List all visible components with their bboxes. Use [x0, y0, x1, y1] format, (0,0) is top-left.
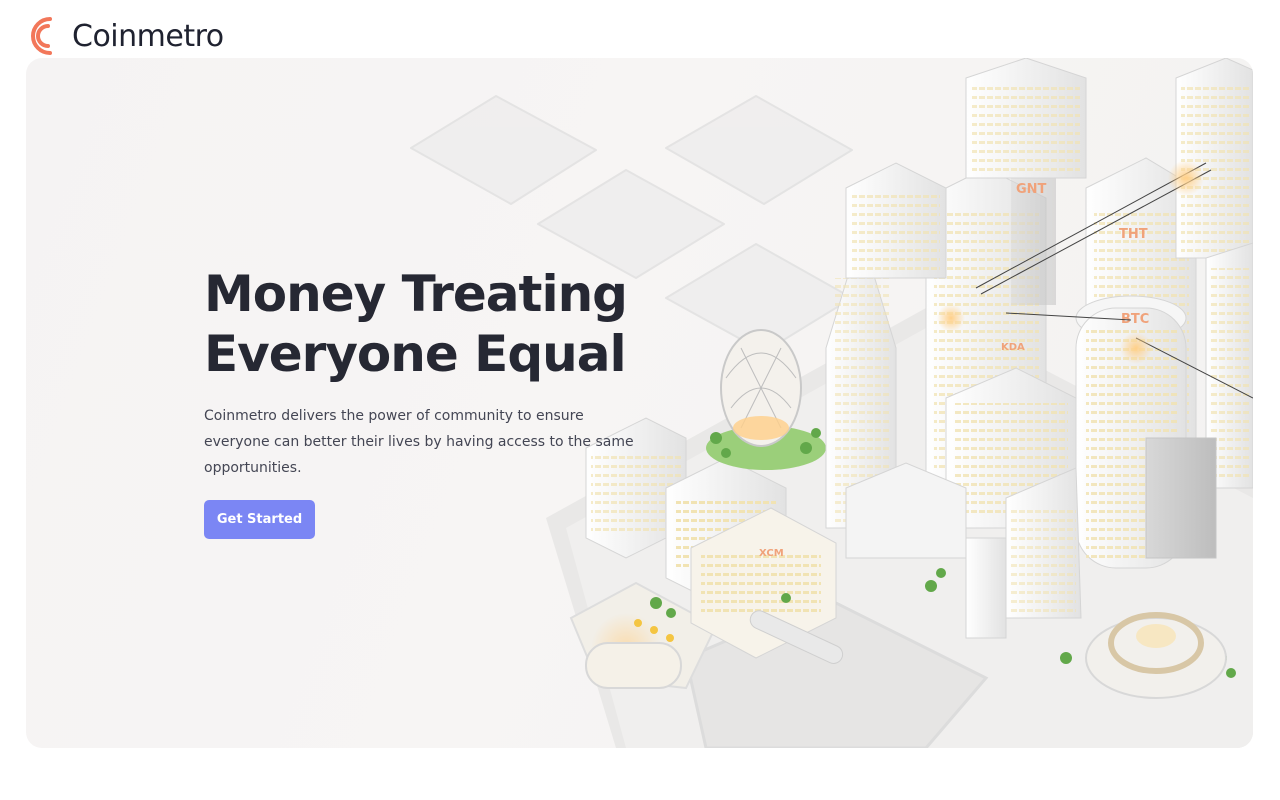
sign-kda: KDA	[1001, 342, 1025, 353]
sign-tht: THT	[1119, 227, 1148, 242]
sign-xcm: XCM	[759, 548, 784, 559]
hero-section: GNT THT BTC KDA XCM Money Treating Every…	[26, 58, 1253, 748]
brand-name: Coinmetro	[72, 18, 224, 54]
coinmetro-logo-icon	[31, 17, 52, 55]
get-started-button[interactable]: Get Started	[204, 500, 315, 539]
tower-cluster	[825, 58, 1253, 639]
headline-line-1: Money Treating	[204, 265, 628, 323]
brand-logo[interactable]: Coinmetro	[18, 14, 224, 58]
sign-gnt: GNT	[1016, 182, 1047, 197]
hero-headline: Money Treating Everyone Equal	[204, 264, 628, 384]
hero-description: Coinmetro delivers the power of communit…	[204, 408, 634, 476]
headline-line-2: Everyone Equal	[204, 325, 627, 383]
